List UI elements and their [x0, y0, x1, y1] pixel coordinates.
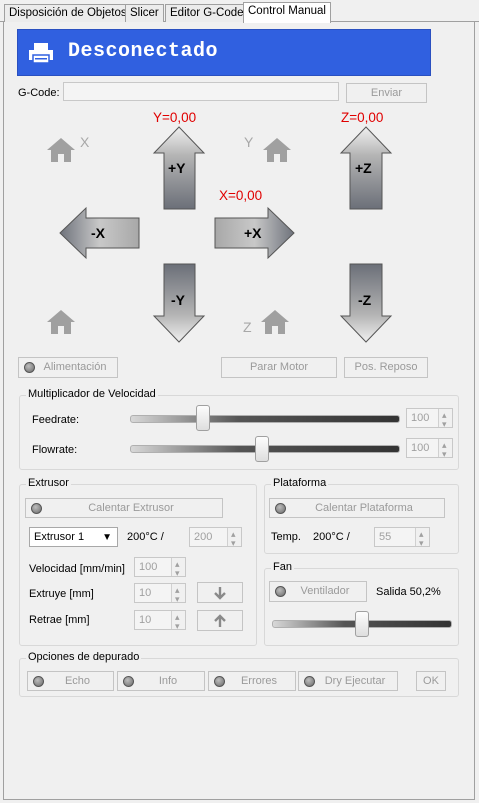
power-led-icon	[24, 362, 35, 373]
heat-extruder-label: Calentar Extrusor	[88, 502, 174, 514]
info-button[interactable]: Info	[117, 671, 205, 691]
heat-platform-led-icon	[275, 503, 286, 514]
dry-run-button[interactable]: Dry Ejecutar	[298, 671, 398, 691]
echo-button[interactable]: Echo	[27, 671, 114, 691]
home-y-icon[interactable]	[262, 137, 292, 163]
extrude-length-value: 10	[139, 587, 152, 599]
heat-platform-label: Calentar Plataforma	[315, 502, 413, 514]
extrude-button[interactable]	[197, 582, 243, 603]
jog-plus-x-label: +X	[244, 225, 262, 241]
fan-slider-thumb[interactable]	[355, 611, 369, 637]
jog-plus-z-label: +Z	[355, 160, 372, 176]
feedrate-slider-track[interactable]	[130, 415, 400, 423]
home-x-icon[interactable]	[46, 137, 76, 163]
rest-position-button[interactable]: Pos. Reposo	[344, 357, 428, 378]
fan-button[interactable]: Ventilador	[269, 581, 367, 602]
extruder-target-temp-input[interactable]: 200	[189, 525, 242, 552]
jog-minus-x-label: -X	[91, 225, 105, 241]
home-y-label: Y	[244, 134, 254, 150]
retract-length-value: 10	[139, 614, 152, 626]
heat-extruder-button[interactable]: Calentar Extrusor	[25, 498, 223, 518]
platform-target-temp-input[interactable]: 55	[374, 525, 430, 552]
extrude-spin-arrows[interactable]	[171, 581, 185, 608]
stop-motor-button[interactable]: Parar Motor	[221, 357, 337, 378]
extrude-length-input[interactable]: 10	[134, 581, 186, 608]
heat-platform-button[interactable]: Calentar Plataforma	[269, 498, 445, 518]
platform-temp-spin-arrows[interactable]	[415, 525, 429, 552]
feedrate-value-input[interactable]: 100	[406, 406, 453, 433]
extruder-title: Extrusor	[26, 477, 71, 489]
fan-output-text: Salida 50,2%	[376, 586, 441, 598]
retract-length-input[interactable]: 10	[134, 608, 186, 635]
retract-length-label: Retrae [mm]	[29, 614, 90, 626]
power-button[interactable]: Alimentación	[18, 357, 118, 378]
speed-multiplier-title: Multiplicador de Velocidad	[26, 388, 158, 400]
feedrate-slider-thumb[interactable]	[196, 405, 210, 431]
extruder-speed-value: 100	[139, 561, 158, 573]
retract-button[interactable]	[197, 610, 243, 631]
info-led-icon	[123, 676, 134, 687]
jog-minus-z-label: -Z	[358, 292, 372, 308]
feedrate-value: 100	[411, 412, 430, 424]
tab-manual-control[interactable]: Control Manual	[243, 2, 331, 23]
flowrate-value: 100	[411, 442, 430, 454]
extruder-select[interactable]: Extrusor 1 ▼	[29, 527, 118, 547]
dry-run-led-icon	[304, 676, 315, 687]
debug-options-title: Opciones de depurado	[26, 651, 142, 663]
errors-button[interactable]: Errores	[208, 671, 296, 691]
feedrate-spin-arrows[interactable]	[438, 406, 452, 433]
extruder-select-value: Extrusor 1	[34, 531, 85, 543]
extruder-speed-label: Velocidad [mm/min]	[29, 563, 125, 575]
home-z-label: Z	[243, 319, 252, 335]
ok-button[interactable]: OK	[416, 671, 446, 691]
extruder-temp-spin-arrows[interactable]	[227, 525, 241, 552]
home-all-icon[interactable]	[46, 309, 76, 335]
extruder-speed-input[interactable]: 100	[134, 555, 186, 582]
flowrate-spin-arrows[interactable]	[438, 436, 452, 463]
errors-led-icon	[214, 676, 225, 687]
extruder-speed-spin-arrows[interactable]	[171, 555, 185, 582]
flowrate-label: Flowrate:	[32, 444, 78, 456]
platform-target-temp: 55	[379, 531, 392, 543]
home-z-icon[interactable]	[260, 309, 290, 335]
platform-title: Plataforma	[271, 477, 329, 489]
feedrate-label: Feedrate:	[32, 414, 80, 426]
retract-spin-arrows[interactable]	[171, 608, 185, 635]
fan-led-icon	[275, 586, 286, 597]
speed-multiplier-group: Multiplicador de Velocidad	[19, 388, 459, 470]
arrow-down-icon	[214, 587, 226, 600]
arrow-up-icon	[214, 614, 226, 627]
fan-title: Fan	[271, 561, 294, 573]
chevron-down-icon: ▼	[102, 532, 112, 543]
extrude-length-label: Extruye [mm]	[29, 588, 94, 600]
platform-current-temp: 200°C /	[313, 531, 350, 543]
home-x-label: X	[80, 134, 90, 150]
extruder-target-temp: 200	[194, 531, 213, 543]
extruder-current-temp: 200°C /	[127, 531, 164, 543]
flowrate-value-input[interactable]: 100	[406, 436, 453, 463]
flowrate-slider-thumb[interactable]	[255, 436, 269, 462]
platform-temp-label: Temp.	[271, 531, 301, 543]
echo-led-icon	[33, 676, 44, 687]
heat-extruder-led-icon	[31, 503, 42, 514]
jog-minus-y-label: -Y	[171, 292, 185, 308]
jog-plus-y-label: +Y	[168, 160, 186, 176]
